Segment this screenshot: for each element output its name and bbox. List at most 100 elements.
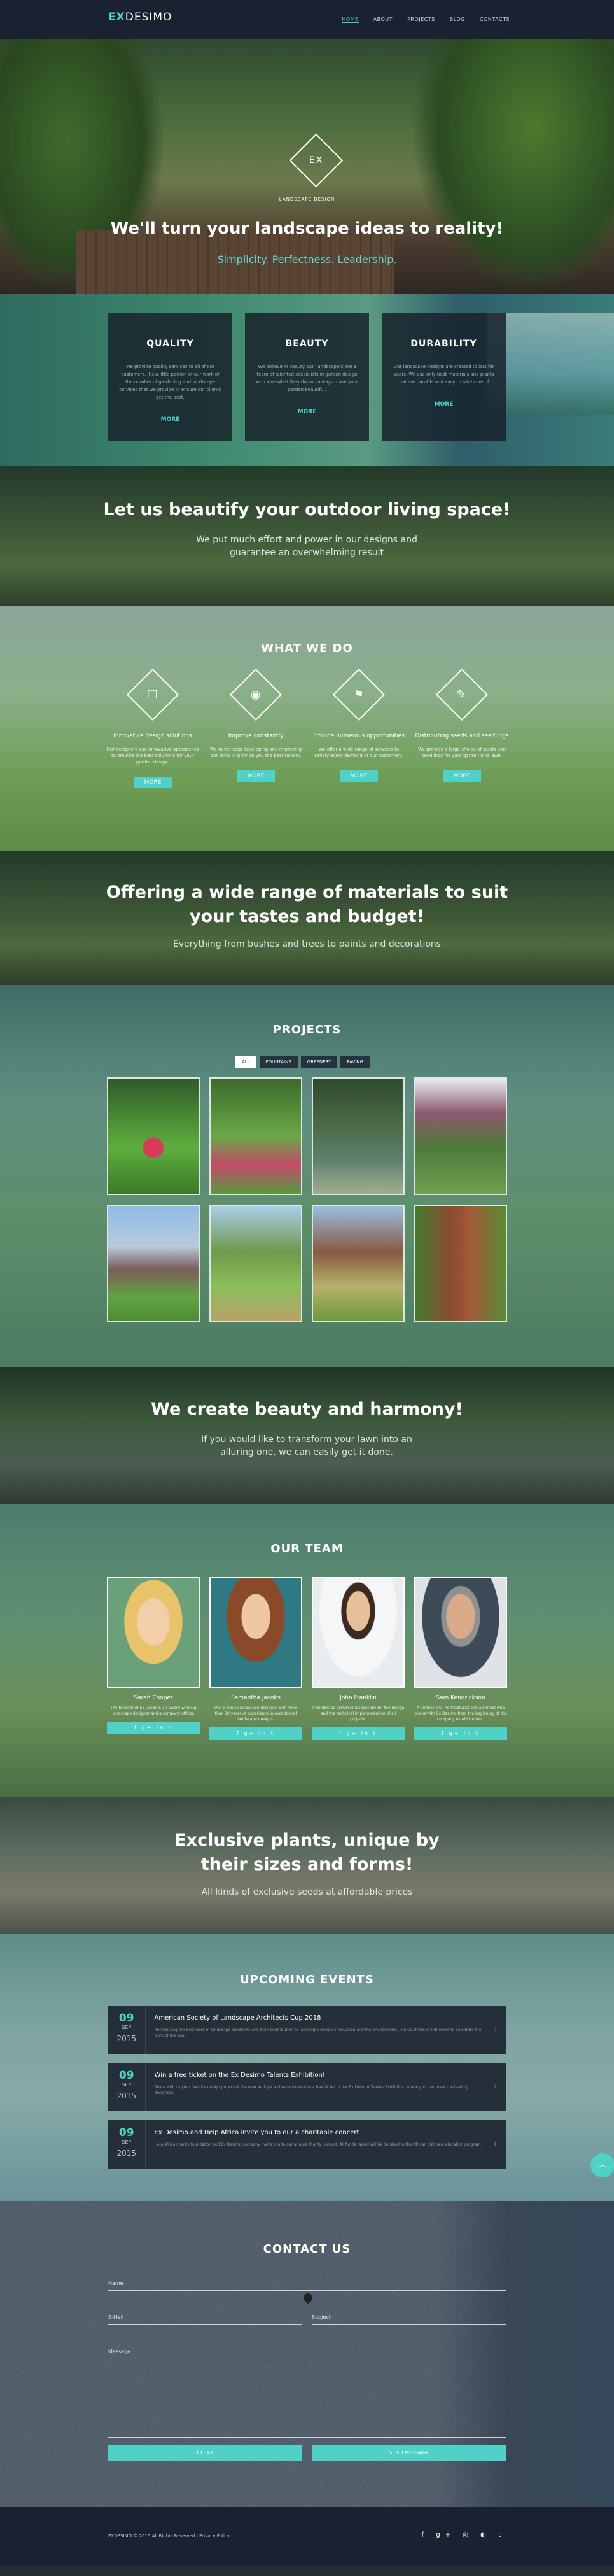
- team-member: Sam Kendrickson A professional horticult…: [414, 1577, 507, 1740]
- project-filters: ALL FOUNTAINS GREENERY PAVING: [235, 1056, 370, 1068]
- parallax-band-4: Exclusive plants, unique by their sizes …: [0, 1797, 614, 1934]
- service-more-button[interactable]: MORE: [443, 770, 481, 782]
- event-item[interactable]: 09 SEP 2015 Ex Desimo and Help Africa invi…: [108, 2120, 506, 2169]
- feature-desc: We provide quality services to all of ou…: [119, 364, 221, 400]
- section-title: PROJECTS: [272, 1023, 342, 1037]
- service-item: ◉ Improve constantly We never stop devel…: [208, 668, 304, 782]
- project-image-5[interactable]: [107, 1205, 200, 1322]
- band-title: Exclusive plants, unique by their sizes …: [174, 1830, 440, 1874]
- member-name: Sarah Cooper: [134, 1695, 173, 1701]
- project-image-6[interactable]: [209, 1205, 302, 1322]
- service-item: ❒ Innovative design solutions Our design…: [105, 668, 200, 788]
- member-name: Sam Kendrickson: [436, 1695, 485, 1701]
- event-desc: Help Africa charity foundation and Ex De…: [154, 2142, 482, 2147]
- filter-all[interactable]: ALL: [235, 1056, 256, 1068]
- feature-title: DURABILITY: [410, 339, 477, 349]
- project-image-7[interactable]: [312, 1205, 405, 1322]
- member-social-bar[interactable]: f g+ in t: [414, 1727, 507, 1740]
- emblem-text: EX: [309, 155, 324, 166]
- member-photo: [107, 1577, 200, 1688]
- member-desc: The founder of Ex Desimo, an award-winni…: [110, 1706, 197, 1716]
- service-more-button[interactable]: MORE: [237, 770, 275, 782]
- section-title: UPCOMING EVENTS: [240, 1973, 374, 1986]
- nav-home[interactable]: HOME: [342, 17, 359, 23]
- member-name: John Franklin: [340, 1695, 377, 1701]
- project-image-3[interactable]: [312, 1077, 405, 1195]
- nav-about[interactable]: ABOUT: [373, 17, 393, 22]
- project-image-8[interactable]: [414, 1205, 507, 1322]
- event-title[interactable]: Win a free ticket on the Ex Desimo Talen…: [155, 2072, 485, 2079]
- nav-projects[interactable]: PROJECTS: [407, 17, 435, 22]
- member-desc: Our in-house landscape designer with mor…: [214, 1706, 298, 1722]
- eye-icon: ◉: [229, 668, 283, 721]
- feature-more-link[interactable]: MORE: [391, 401, 497, 407]
- service-more-button[interactable]: MORE: [340, 770, 378, 782]
- filter-paving[interactable]: PAVING: [340, 1056, 370, 1068]
- event-date: 09 SEP 2015: [108, 2063, 146, 2111]
- service-desc: Our designers use innovative approaches …: [106, 747, 199, 765]
- chevron-right-icon[interactable]: ›: [494, 2063, 506, 2111]
- what-we-do-section: WHAT WE DO ❒ Innovative design solutions…: [0, 606, 614, 851]
- message-field[interactable]: Message: [108, 2349, 506, 2438]
- subject-field[interactable]: Subject: [312, 2314, 506, 2325]
- event-item[interactable]: 09 SEP 2015 American Society of Landscape …: [108, 2006, 506, 2054]
- event-year: 2015: [116, 2149, 137, 2158]
- nav-blog[interactable]: BLOG: [450, 17, 465, 22]
- member-photo: [312, 1577, 405, 1688]
- member-social-bar[interactable]: f g+ in t: [209, 1727, 302, 1740]
- service-title: Provide numerous opportunities: [312, 733, 405, 739]
- chevron-right-icon[interactable]: ›: [494, 2120, 506, 2169]
- feature-durability: DURABILITY Our landscape designs are cre…: [382, 313, 506, 441]
- event-title[interactable]: American Society of Landscape Architects…: [155, 2014, 485, 2021]
- site-logo[interactable]: EXDESIMO: [108, 11, 172, 24]
- member-social-bar[interactable]: f g+ in t: [107, 1722, 200, 1734]
- logo-part-b: DESIMO: [125, 11, 172, 24]
- service-item: ✎ Distributing seeds and seedlings We pr…: [414, 668, 510, 782]
- service-title: Improve constantly: [228, 733, 284, 739]
- scroll-up-button[interactable]: ︿: [590, 2153, 614, 2177]
- event-month: SEP: [122, 2139, 132, 2145]
- filter-fountains[interactable]: FOUNTAINS: [259, 1056, 298, 1068]
- service-desc: We offer a wide range of services to sat…: [314, 747, 403, 758]
- contact-section: CONTACT US Name E-Mail Subject Message C…: [0, 2201, 614, 2507]
- feature-desc: We believe in beauty. Our landscapers ar…: [256, 364, 358, 392]
- main-menu: HOME ABOUT PROJECTS BLOG CONTACTS: [329, 17, 510, 23]
- service-more-button[interactable]: MORE: [134, 777, 172, 788]
- clear-button[interactable]: CLEAR: [108, 2445, 302, 2461]
- footer-social-icons[interactable]: f g+ ◎ ◐ t: [422, 2531, 506, 2538]
- hero-subtitle: Simplicity. Perfectness. Leadership.: [217, 253, 397, 265]
- copyright-text: EXDESIMO © 2015 All Rights Reserved | Pr…: [108, 2533, 230, 2538]
- feature-more-link[interactable]: MORE: [117, 416, 223, 423]
- footer: EXDESIMO © 2015 All Rights Reserved | Pr…: [0, 2507, 614, 2565]
- band-text: We put much effort and power in our desi…: [196, 535, 417, 558]
- name-field[interactable]: Name: [108, 2281, 506, 2291]
- member-desc: A landscape architect responsible for th…: [312, 1706, 405, 1722]
- team-member: Samantha Jacobs Our in-house landscape d…: [209, 1577, 302, 1740]
- top-navbar: EXDESIMO HOME ABOUT PROJECTS BLOG CONTAC…: [0, 0, 614, 39]
- feature-beauty: BEAUTY We believe in beauty. Our landsca…: [245, 313, 369, 441]
- event-title[interactable]: Ex Desimo and Help Africa invite you to …: [155, 2129, 485, 2136]
- filter-greenery[interactable]: GREENERY: [300, 1056, 338, 1068]
- email-field[interactable]: E-Mail: [108, 2314, 302, 2325]
- hero-slider: EX LANDSCAPE DESIGN We'll turn your land…: [0, 39, 614, 294]
- project-image-2[interactable]: [209, 1077, 302, 1195]
- project-image-1[interactable]: [107, 1077, 200, 1195]
- parallax-band-3: We create beauty and harmony! If you wou…: [0, 1367, 614, 1504]
- section-title: CONTACT US: [263, 2242, 351, 2256]
- band-text: If you would like to transform your lawn…: [201, 1434, 412, 1457]
- chevron-right-icon[interactable]: ›: [494, 2006, 506, 2054]
- member-social-bar[interactable]: f g+ in t: [312, 1727, 405, 1740]
- features-section: QUALITY We provide quality services to a…: [0, 294, 614, 466]
- service-item: ⚑ Provide numerous opportunities We offe…: [311, 668, 407, 782]
- event-month: SEP: [122, 2025, 132, 2030]
- band-text: Everything from bushes and trees to pain…: [172, 939, 442, 949]
- band-title: We create beauty and harmony!: [151, 1399, 463, 1419]
- send-message-button[interactable]: SEND MESSAGE: [312, 2445, 506, 2461]
- event-item[interactable]: 09 SEP 2015 Win a free ticket on the Ex De…: [108, 2063, 506, 2111]
- nav-contacts[interactable]: CONTACTS: [480, 17, 510, 22]
- service-title: Innovative design solutions: [113, 733, 192, 739]
- project-image-4[interactable]: [414, 1077, 507, 1195]
- member-photo: [414, 1577, 507, 1688]
- pencil-icon: ✎: [435, 668, 489, 721]
- feature-more-link[interactable]: MORE: [254, 409, 360, 415]
